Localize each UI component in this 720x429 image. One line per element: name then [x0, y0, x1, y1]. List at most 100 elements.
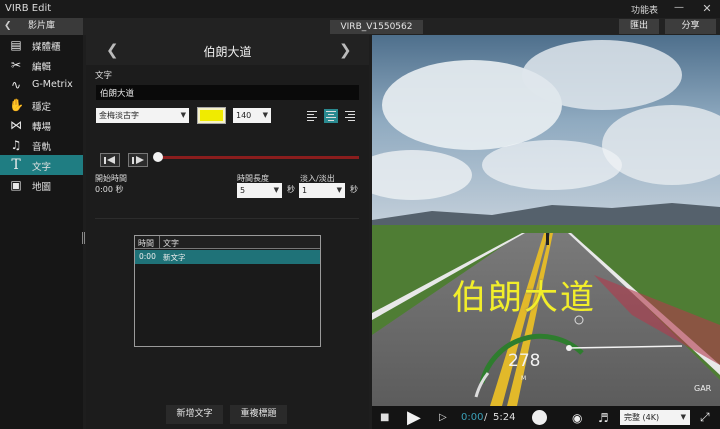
video-overlay-text: 伯朗大道: [452, 278, 596, 318]
row-time: 0:00: [139, 252, 156, 261]
add-text-button[interactable]: 新增文字: [166, 405, 223, 424]
align-right-icon[interactable]: [343, 109, 357, 123]
font-select[interactable]: 金梅淡古字 ▼: [96, 108, 189, 123]
menu-button[interactable]: 功能表: [631, 3, 658, 16]
play-backward-button[interactable]: [100, 153, 120, 167]
gauge-icon[interactable]: [532, 410, 547, 425]
total-duration: 5:24: [493, 412, 516, 423]
chevron-down-icon: ▼: [262, 111, 268, 119]
font-size-value: 140: [236, 111, 252, 120]
chevron-down-icon: ▼: [680, 413, 686, 421]
scissors-icon: ✂: [10, 58, 22, 72]
alignment-group: [305, 109, 360, 123]
duration-value: 5: [240, 186, 246, 195]
library-label: 影片庫: [27, 21, 55, 31]
minimize-icon[interactable]: —: [672, 2, 686, 16]
column-header-time: 時間: [138, 239, 154, 248]
title-bar: VIRB Edit 功能表 — ✕: [0, 0, 720, 18]
close-icon[interactable]: ✕: [700, 2, 714, 16]
fade-value: 1: [302, 186, 308, 195]
play-forward-icon: [132, 156, 144, 164]
app-title: VIRB Edit: [5, 3, 52, 14]
chevron-down-icon: ▼: [336, 186, 342, 194]
music-icon: ♫: [10, 138, 22, 152]
text-color-swatch[interactable]: [197, 107, 226, 124]
align-left-icon[interactable]: [305, 109, 319, 123]
sidebar-item-label: 媒體櫃: [32, 42, 61, 53]
quality-select[interactable]: 完整 (4K) ▼: [620, 410, 690, 425]
sidebar-item-stabilize[interactable]: ✋ 穩定: [0, 95, 83, 115]
sidebar-item-media[interactable]: ▤ 媒體櫃: [0, 35, 83, 55]
sidebar-item-label: 地圖: [32, 182, 52, 193]
speed-gauge-unit: M: [521, 375, 527, 382]
table-row[interactable]: 0:00 新文字: [135, 250, 320, 264]
sidebar-item-transition[interactable]: ⋈ 轉場: [0, 115, 83, 135]
play-icon[interactable]: ▶: [407, 407, 421, 428]
sidebar-item-label: 音軌: [32, 142, 52, 153]
play-forward-button[interactable]: [128, 153, 148, 167]
sidebar-item-label: 編輯: [32, 62, 52, 73]
library-button[interactable]: ❮ 影片庫: [0, 18, 83, 35]
start-time-label: 開始時間: [95, 174, 127, 183]
camera-icon[interactable]: ◉: [572, 411, 582, 425]
table-header: 時間 文字: [135, 236, 320, 249]
map-icon: ▣: [10, 178, 22, 192]
font-value: 金梅淡古字: [99, 111, 139, 120]
column-header-text: 文字: [163, 239, 179, 248]
sidebar: ▤ 媒體櫃 ✂ 編輯 ∿ G-Metrix ✋ 穩定 ⋈ 轉場 ♫ 音軌 T 文…: [0, 35, 83, 429]
font-size-select[interactable]: 140 ▼: [233, 108, 271, 123]
speed-gauge-value: 278: [508, 351, 541, 371]
fullscreen-icon[interactable]: ⤢: [700, 410, 710, 425]
sidebar-item-map[interactable]: ▣ 地圖: [0, 175, 83, 195]
row-text: 新文字: [163, 253, 186, 262]
chevron-down-icon: ▼: [180, 111, 186, 119]
toolbar: ❮ 影片庫 VIRB_V1550562 匯出 分享: [0, 18, 720, 35]
color-fill: [200, 110, 223, 121]
next-icon[interactable]: ❯: [339, 41, 352, 59]
start-time-value: 0:00 秒: [95, 185, 124, 194]
play-backward-icon: [104, 156, 115, 164]
current-time: 0:00: [461, 412, 484, 423]
panel-header: ❮ 伯朗大道 ❯: [86, 35, 369, 65]
chevron-left-icon: ❮: [4, 21, 12, 31]
fade-unit: 秒: [350, 185, 358, 194]
step-forward-icon[interactable]: ▷: [439, 412, 447, 423]
column-divider: [159, 236, 160, 249]
sidebar-resize-handle[interactable]: [82, 232, 85, 244]
sidebar-item-text[interactable]: T 文字: [0, 155, 83, 175]
video-preview[interactable]: 伯朗大道 278 M GAR: [372, 35, 720, 406]
virb-edit-window: VIRB Edit 功能表 — ✕ ❮ 影片庫 VIRB_V1550562 匯出…: [0, 0, 720, 429]
sidebar-item-label: G-Metrix: [32, 79, 73, 90]
player-controls: ■ ▶ ▷ 0:00 / 5:24 ◉ ♬ 完整 (4K) ▼ ⤢: [372, 406, 720, 429]
quality-value: 完整 (4K): [624, 413, 660, 422]
sidebar-item-edit[interactable]: ✂ 編輯: [0, 55, 83, 75]
sidebar-item-label: 轉場: [32, 122, 52, 133]
duration-select[interactable]: 5 ▼: [237, 183, 282, 198]
stabilize-icon: ✋: [9, 98, 24, 112]
text-timeline[interactable]: [158, 156, 359, 159]
panel-title: 伯朗大道: [203, 45, 252, 59]
g-metrix-icon: ∿: [10, 78, 22, 92]
sidebar-item-label: 文字: [32, 162, 52, 173]
text-input[interactable]: [96, 85, 359, 100]
film-icon: ▤: [10, 38, 22, 52]
export-button[interactable]: 匯出: [619, 19, 659, 34]
volume-icon[interactable]: ♬: [598, 411, 609, 425]
transition-icon: ⋈: [10, 118, 22, 132]
sidebar-item-audio[interactable]: ♫ 音軌: [0, 135, 83, 155]
gauge-label: GAR: [694, 384, 712, 393]
text-icon: T: [11, 157, 21, 173]
fade-select[interactable]: 1 ▼: [299, 183, 345, 198]
timeline-knob[interactable]: [153, 152, 163, 162]
video-frame: [372, 35, 720, 406]
repeat-title-button[interactable]: 重複標題: [230, 405, 287, 424]
file-name: VIRB_V1550562: [330, 20, 423, 34]
text-list-table: 時間 文字 0:00 新文字: [134, 235, 321, 347]
stop-icon[interactable]: ■: [380, 412, 389, 423]
chevron-down-icon: ▼: [273, 186, 279, 194]
sidebar-item-gmetrix[interactable]: ∿ G-Metrix: [0, 75, 83, 95]
align-center-icon[interactable]: [324, 109, 338, 123]
duration-unit: 秒: [287, 185, 295, 194]
share-button[interactable]: 分享: [665, 19, 716, 34]
text-panel: ❮ 伯朗大道 ❯ 文字 金梅淡古字 ▼ 140 ▼ 開始時間: [86, 35, 369, 429]
